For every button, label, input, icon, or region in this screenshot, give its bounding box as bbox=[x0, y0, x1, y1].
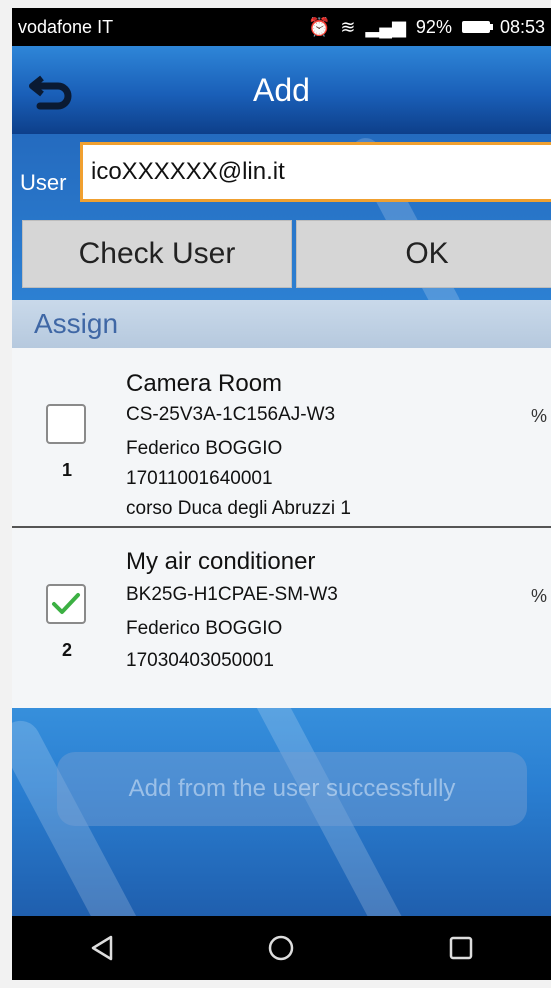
device-address: corso Duca degli Abruzzi 1 bbox=[126, 498, 351, 519]
nav-home-button[interactable] bbox=[251, 923, 311, 973]
device-checkbox-checked[interactable] bbox=[46, 584, 86, 624]
device-name: My air conditioner bbox=[126, 548, 316, 575]
device-percent: % bbox=[530, 586, 547, 606]
clock: 08:53 bbox=[499, 16, 545, 37]
device-serial: 17011001640001 bbox=[126, 468, 273, 489]
device-model: CS-25V3A-1C156AJ-W3 bbox=[126, 404, 336, 425]
carrier-name: vodafone IT bbox=[18, 16, 114, 37]
device-model: BK25G-H1CPAE-SM-W3 bbox=[126, 584, 338, 605]
device-checkbox[interactable] bbox=[46, 404, 86, 444]
device-percent: % bbox=[530, 406, 547, 426]
nav-recents-button[interactable] bbox=[431, 923, 491, 973]
device-owner: Federico BOGGIO bbox=[126, 618, 283, 639]
battery-icon bbox=[461, 21, 493, 33]
page-title: Add bbox=[253, 71, 310, 108]
recents-square-icon bbox=[449, 936, 473, 960]
device-owner: Federico BOGGIO bbox=[126, 438, 283, 459]
device-name: Camera Room bbox=[126, 370, 283, 397]
device-index: 2 bbox=[62, 640, 73, 660]
battery-percent: 92% bbox=[415, 16, 452, 37]
device-item[interactable]: 2 My air conditioner BK25G-H1CPAE-SM-W3 … bbox=[12, 530, 551, 708]
device-index: 1 bbox=[62, 460, 73, 480]
phone-screen: vodafone IT ⏰ ≋ ▂▄▆ 92% 08:53 Add User C… bbox=[12, 8, 551, 980]
checkmark-icon bbox=[52, 593, 80, 614]
signal-icon: ▂▄▆ bbox=[365, 16, 406, 37]
toast-message: Add from the user successfully bbox=[57, 752, 527, 826]
user-row: User bbox=[12, 142, 551, 210]
assign-section-header: Assign bbox=[12, 300, 551, 348]
home-circle-icon bbox=[269, 935, 294, 961]
device-list: 1 Camera Room CS-25V3A-1C156AJ-W3 Federi… bbox=[12, 348, 551, 708]
wifi-icon: ≋ bbox=[340, 16, 356, 37]
user-label: User bbox=[20, 170, 67, 195]
status-bar: vodafone IT ⏰ ≋ ▂▄▆ 92% 08:53 bbox=[12, 8, 551, 46]
back-arrow-icon bbox=[29, 75, 72, 110]
app-header: Add bbox=[12, 46, 551, 134]
nav-back-button[interactable] bbox=[72, 923, 132, 973]
device-serial: 17030403050001 bbox=[126, 650, 274, 671]
back-button[interactable] bbox=[22, 64, 82, 116]
alarm-icon: ⏰ bbox=[307, 16, 331, 37]
check-user-button[interactable]: Check User bbox=[22, 220, 292, 288]
ok-button[interactable]: OK bbox=[296, 220, 551, 288]
device-item[interactable]: 1 Camera Room CS-25V3A-1C156AJ-W3 Federi… bbox=[12, 348, 551, 528]
back-triangle-icon bbox=[91, 935, 113, 961]
status-icons: ⏰ ≋ ▂▄▆ 92% 08:53 bbox=[308, 17, 545, 38]
navigation-bar bbox=[12, 916, 551, 980]
user-input[interactable] bbox=[80, 142, 551, 202]
